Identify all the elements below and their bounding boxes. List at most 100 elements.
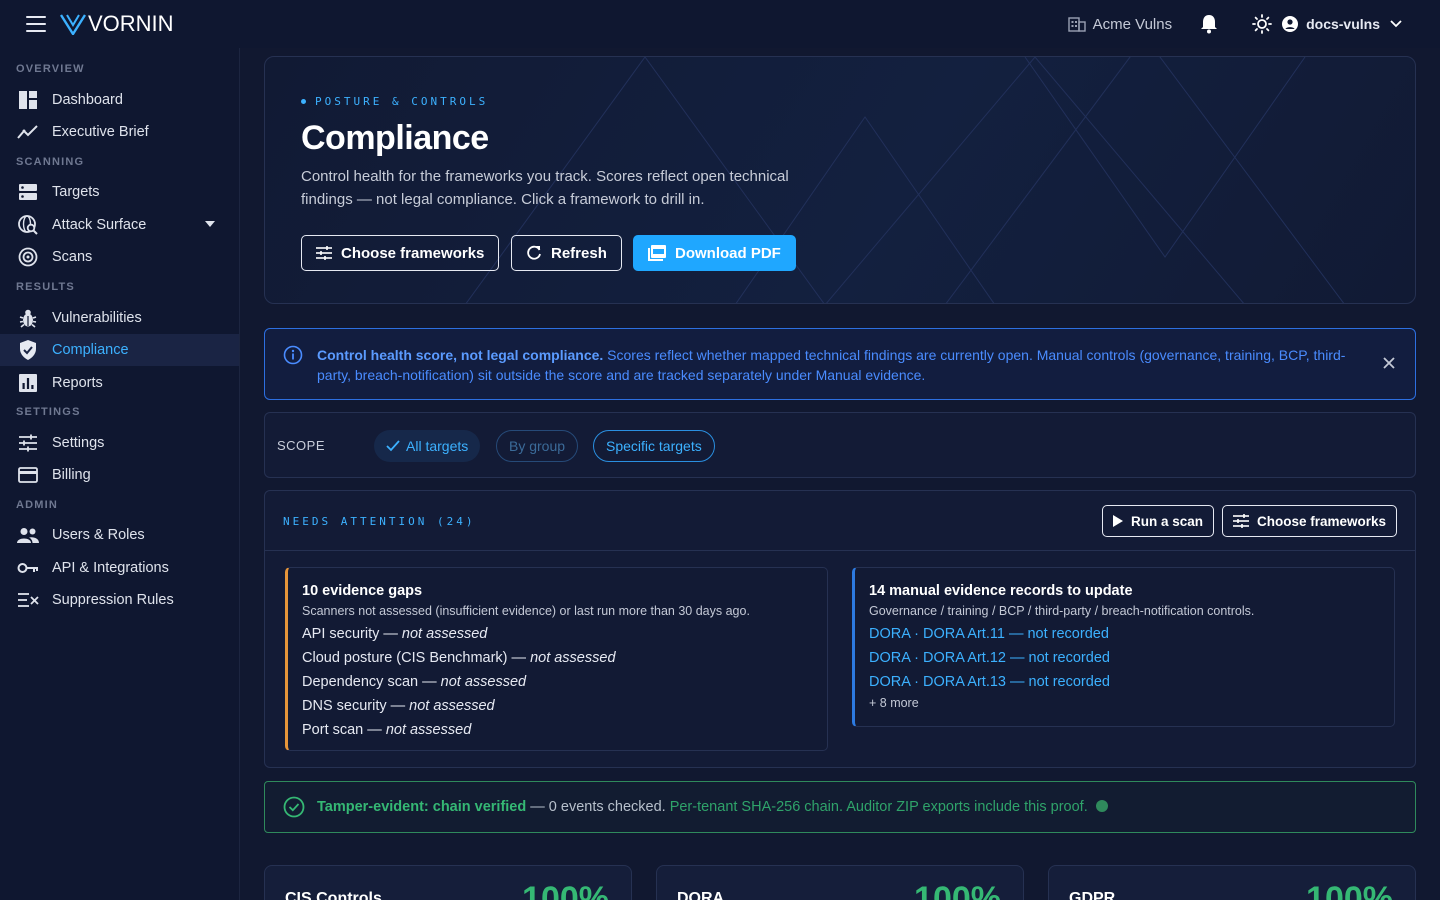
manual-evidence-link[interactable]: DORA · DORA Art.12 — not recorded: [869, 646, 1394, 670]
section-label-overview: OVERVIEW: [16, 63, 85, 75]
manual-evidence-card: 14 manual evidence records to update Gov…: [852, 567, 1395, 727]
show-more-link[interactable]: + 8 more: [869, 696, 1394, 710]
scope-selector: SCOPE All targets By group Specific targ…: [264, 412, 1416, 478]
framework-name: CIS Controls: [285, 890, 382, 900]
globe-search-icon: [17, 214, 39, 236]
choose-frameworks-button[interactable]: Choose frameworks: [301, 235, 500, 271]
framework-card-gdpr[interactable]: GDPR 100%: [1048, 865, 1416, 900]
server-icon: [17, 181, 39, 203]
list-item[interactable]: Dependency scan — not assessed: [302, 670, 827, 694]
pdf-icon: [648, 245, 666, 261]
choose-frameworks-button-secondary[interactable]: Choose frameworks: [1222, 505, 1398, 537]
needs-attention-panel: NEEDS ATTENTION (24) Run a scan Choose f…: [264, 490, 1416, 768]
key-icon: [17, 557, 39, 579]
tamper-evident-text: Tamper-evident: chain verified — 0 event…: [317, 799, 1108, 815]
sidebar-item-reports[interactable]: Reports: [0, 367, 239, 399]
shield-check-icon: [17, 339, 39, 361]
page-eyebrow: POSTURE & CONTROLS: [301, 95, 488, 108]
manual-evidence-link[interactable]: DORA · DORA Art.13 — not recorded: [869, 670, 1394, 694]
list-item[interactable]: API security — not assessed: [302, 622, 827, 646]
needs-attention-header: NEEDS ATTENTION (24) Run a scan Choose f…: [265, 491, 1415, 551]
evidence-gaps-subtitle: Scanners not assessed (insufficient evid…: [302, 604, 750, 618]
bar-chart-icon: [17, 372, 39, 394]
scope-by-group-chip[interactable]: By group: [496, 430, 579, 462]
section-label-results: RESULTS: [16, 281, 75, 293]
framework-score: 100%: [914, 880, 1001, 900]
info-banner-text: Control health score, not legal complian…: [317, 347, 1346, 383]
sidebar-item-vulnerabilities[interactable]: Vulnerabilities: [0, 302, 239, 334]
scope-specific-targets-chip[interactable]: Specific targets: [593, 430, 715, 462]
brand-name: VORNIN: [88, 11, 174, 36]
framework-card-dora[interactable]: DORA 100%: [656, 865, 1024, 900]
framework-name: DORA: [677, 890, 725, 900]
run-scan-button[interactable]: Run a scan: [1102, 505, 1215, 537]
org-switcher[interactable]: Acme Vulns: [1067, 15, 1173, 33]
refresh-icon: [527, 245, 541, 260]
evidence-gaps-card: 10 evidence gaps Scanners not assessed (…: [285, 567, 828, 751]
sidebar-item-api-integrations[interactable]: API & Integrations: [0, 552, 239, 584]
needs-attention-title: NEEDS ATTENTION (24): [283, 515, 476, 528]
trend-chart-icon: [17, 121, 39, 143]
sidebar-item-scans[interactable]: Scans: [0, 241, 239, 273]
menu-icon[interactable]: [26, 16, 46, 32]
sliders-icon: [1233, 514, 1249, 528]
list-item[interactable]: Cloud posture (CIS Benchmark) — not asse…: [302, 646, 827, 670]
users-icon: [17, 524, 39, 546]
sidebar-item-suppression-rules[interactable]: Suppression Rules: [0, 584, 239, 616]
notifications-bell-icon[interactable]: [1200, 14, 1218, 34]
caret-down-icon[interactable]: [205, 221, 215, 227]
user-avatar-icon: [1282, 16, 1299, 32]
section-label-admin: ADMIN: [16, 499, 59, 511]
info-banner: Control health score, not legal complian…: [264, 328, 1416, 400]
page-description: Control health for the frameworks you tr…: [301, 168, 789, 208]
bug-icon: [17, 307, 39, 329]
manual-evidence-link[interactable]: DORA · DORA Art.11 — not recorded: [869, 622, 1394, 646]
rule-list-off-icon: [17, 589, 39, 611]
framework-score: 100%: [522, 880, 609, 900]
logo-mark-icon: [60, 14, 86, 35]
manual-evidence-subtitle: Governance / training / BCP / third-part…: [869, 604, 1255, 618]
section-label-scanning: SCANNING: [16, 156, 85, 168]
framework-card-cis[interactable]: CIS Controls 100%: [264, 865, 632, 900]
play-icon: [1113, 515, 1123, 527]
tamper-evident-banner: Tamper-evident: chain verified — 0 event…: [264, 781, 1416, 833]
top-bar: VORNIN Acme Vulns docs-vulns: [0, 0, 1440, 48]
sidebar-item-targets[interactable]: Targets: [0, 176, 239, 208]
refresh-button[interactable]: Refresh: [511, 235, 622, 271]
credit-card-icon: [17, 464, 39, 486]
evidence-gaps-title: 10 evidence gaps: [302, 583, 423, 599]
theme-toggle-sun-icon[interactable]: [1252, 14, 1272, 34]
user-menu[interactable]: docs-vulns: [1282, 16, 1410, 32]
sliders-icon: [316, 246, 332, 260]
page-title: Compliance: [301, 119, 489, 157]
page-header-card: POSTURE & CONTROLS Compliance Control he…: [264, 56, 1416, 304]
close-icon[interactable]: [1383, 357, 1395, 369]
sliders-icon: [17, 432, 39, 454]
sidebar: OVERVIEW Dashboard Executive Brief SCANN…: [0, 48, 240, 900]
list-item[interactable]: DNS security — not assessed: [302, 694, 827, 718]
sidebar-item-executive-brief[interactable]: Executive Brief: [0, 116, 239, 148]
scope-all-targets-chip[interactable]: All targets: [374, 430, 481, 462]
list-item[interactable]: Port scan — not assessed: [302, 718, 827, 742]
sidebar-item-settings[interactable]: Settings: [0, 427, 239, 459]
check-icon: [386, 440, 400, 452]
dashboard-icon: [17, 89, 39, 111]
building-icon: [1067, 17, 1086, 32]
logo[interactable]: VORNIN: [60, 11, 174, 36]
chevron-down-icon: [1390, 20, 1402, 28]
sidebar-item-billing[interactable]: Billing: [0, 459, 239, 491]
framework-score: 100%: [1306, 880, 1393, 900]
sidebar-item-dashboard[interactable]: Dashboard: [0, 84, 239, 116]
radar-icon: [17, 246, 39, 268]
info-dot-icon[interactable]: [1095, 800, 1108, 812]
sidebar-item-attack-surface[interactable]: Attack Surface: [0, 209, 239, 241]
org-name: Acme Vulns: [1092, 15, 1173, 33]
manual-evidence-title: 14 manual evidence records to update: [869, 583, 1133, 599]
sidebar-item-compliance[interactable]: Compliance: [0, 334, 239, 366]
scope-label: SCOPE: [277, 438, 326, 453]
sidebar-item-users-roles[interactable]: Users & Roles: [0, 519, 239, 551]
user-name: docs-vulns: [1306, 16, 1380, 32]
info-icon: [283, 345, 303, 365]
download-pdf-button[interactable]: Download PDF: [633, 235, 796, 271]
section-label-settings: SETTINGS: [16, 406, 81, 418]
